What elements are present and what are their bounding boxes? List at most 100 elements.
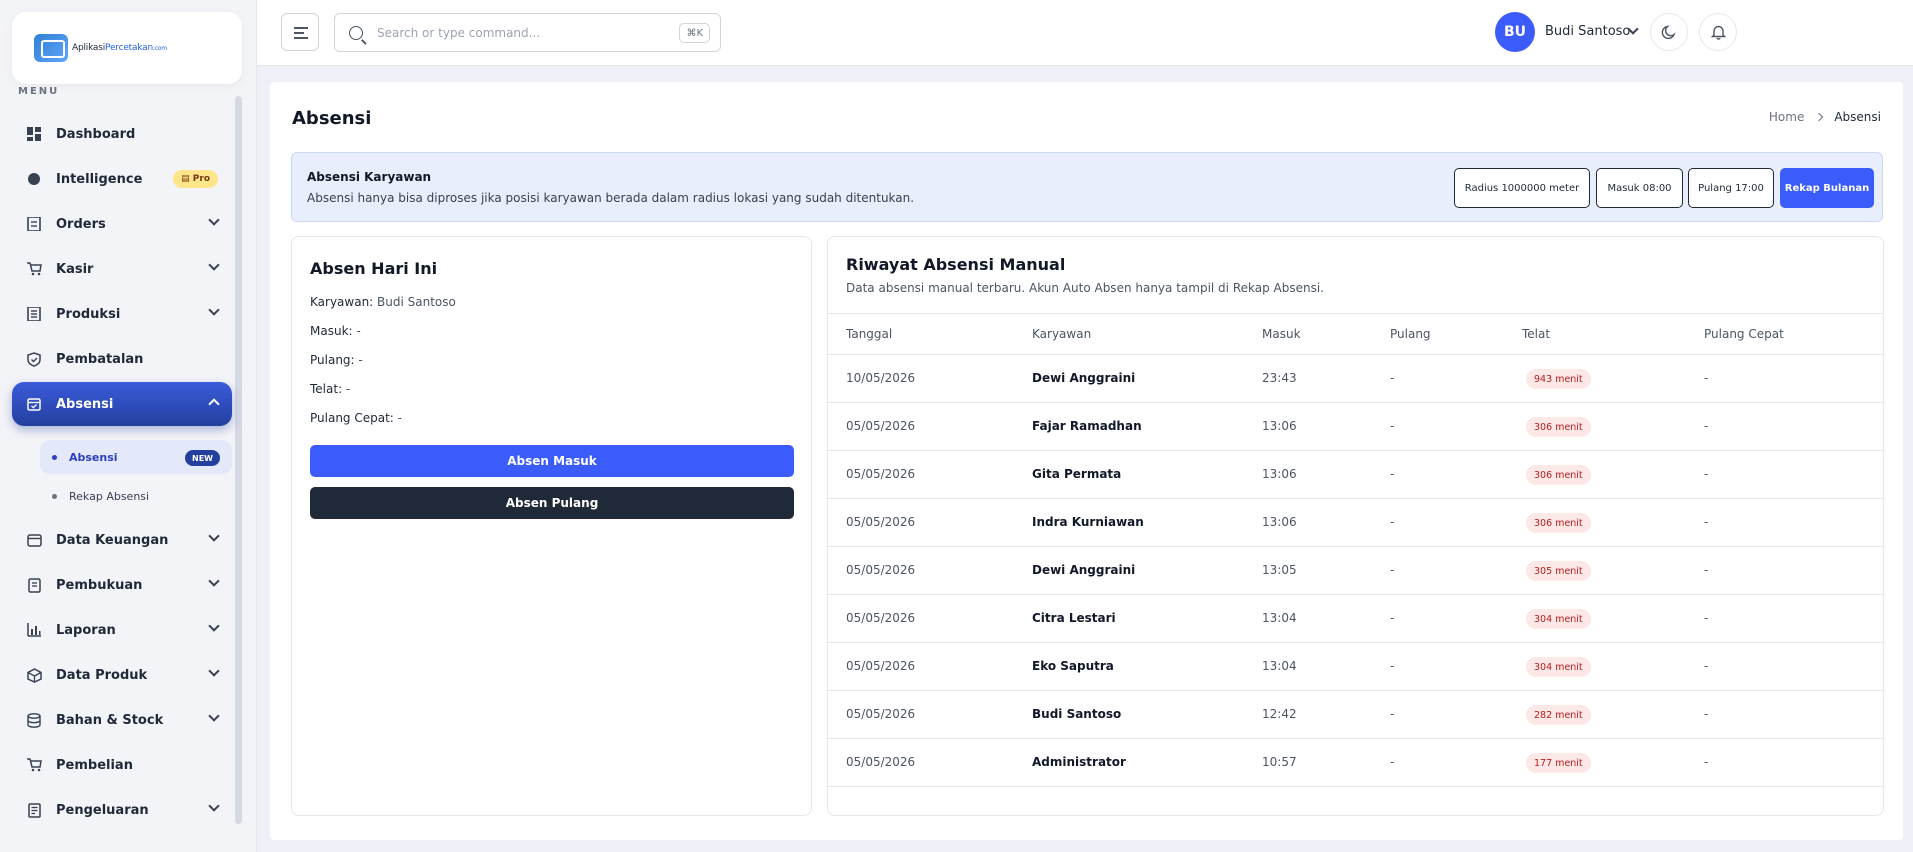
topbar: ⌘K BU Budi Santoso [257, 0, 1913, 66]
check-in-row: Masuk: - [310, 324, 361, 338]
column-header[interactable]: Pulang Cepat [1704, 327, 1784, 341]
check-out-value: - [358, 353, 363, 367]
sidebar-scrollbar-thumb[interactable] [235, 96, 242, 824]
manual-attendance-history: Riwayat Absensi Manual Data absensi manu… [827, 236, 1884, 816]
sidebar-item-pembatalan[interactable]: Pembatalan [12, 337, 232, 381]
table-cell-tanggal: 05/05/2026 [846, 707, 916, 721]
table-cell-cepat: - [1704, 611, 1709, 625]
sidebar-item-label: Data Produk [56, 667, 148, 683]
column-header[interactable]: Masuk [1262, 327, 1301, 341]
table-cell-tanggal: 05/05/2026 [846, 419, 916, 433]
sidebar-subitem-rekap-absensi[interactable]: Rekap Absensi [40, 479, 232, 513]
late-badge: 304 menit [1526, 657, 1591, 677]
table-row[interactable]: 05/05/2026 Budi Santoso 12:42 - 282 menit - [828, 691, 1883, 739]
notification-button[interactable] [1699, 13, 1737, 51]
column-header[interactable]: Telat [1522, 327, 1550, 341]
sidebar-item-dashboard[interactable]: Dashboard [12, 112, 232, 156]
avatar[interactable]: BU [1495, 12, 1535, 52]
brain-icon [26, 171, 42, 187]
pro-badge: ▤ Pro [173, 170, 218, 188]
sidebar-item-label: Produksi [56, 306, 121, 322]
table-cell-masuk: 13:04 [1262, 659, 1297, 673]
sidebar-item-kasir[interactable]: Kasir [12, 247, 232, 291]
late-label: Telat: [310, 382, 343, 396]
table-cell-karyawan: Dewi Anggraini [1032, 563, 1136, 577]
sidebar: AplikasiPercetakan.com MENU Dashboard In… [0, 0, 257, 852]
check-in-button[interactable]: Absen Masuk [310, 445, 794, 477]
book-icon [26, 577, 42, 593]
sidebar-item-orders[interactable]: Orders [12, 202, 232, 246]
info-description: Absensi hanya bisa diproses jika posisi … [307, 191, 915, 205]
table-cell-pulang: - [1390, 467, 1395, 481]
chevron-down-icon [208, 620, 220, 632]
search-box[interactable]: ⌘K [334, 13, 721, 52]
sidebar-item-laporan[interactable]: Laporan [12, 608, 232, 652]
check-in-value: - [356, 324, 361, 338]
dark-mode-button[interactable] [1650, 13, 1688, 51]
sidebar-item-intelligence[interactable]: Intelligence ▤ Pro [12, 157, 232, 201]
column-header[interactable]: Tanggal [846, 327, 892, 341]
table-row[interactable]: 05/05/2026 Citra Lestari 13:04 - 304 menit - [828, 595, 1883, 643]
menu-toggle-button[interactable] [281, 13, 319, 51]
chevron-down-icon [208, 710, 220, 722]
table-cell-tanggal: 10/05/2026 [846, 371, 916, 385]
breadcrumb-home[interactable]: Home [1769, 110, 1804, 124]
hamburger-icon-line [294, 37, 308, 39]
sidebar-item-label: Dashboard [56, 126, 136, 142]
late-badge: 943 menit [1526, 369, 1591, 389]
sidebar-item-pengeluaran[interactable]: Pengeluaran [12, 788, 232, 832]
dashboard-icon [26, 126, 42, 142]
table-row[interactable]: 05/05/2026 Administrator 10:57 - 177 menit - [828, 739, 1883, 787]
info-title: Absensi Karyawan [307, 170, 432, 184]
main-content: Absensi Home Absensi Absensi Karyawan Ab… [270, 82, 1903, 840]
column-header[interactable]: Karyawan [1032, 327, 1091, 341]
table-cell-pulang: - [1390, 707, 1395, 721]
late-row: Telat: - [310, 382, 350, 396]
table-cell-masuk: 13:05 [1262, 563, 1297, 577]
bar-chart-icon [26, 622, 42, 638]
breadcrumb-current: Absensi [1834, 110, 1881, 124]
attendance-info-bar: Absensi Karyawan Absensi hanya bisa dipr… [291, 152, 1883, 222]
table-row[interactable]: 05/05/2026 Eko Saputra 13:04 - 304 menit - [828, 643, 1883, 691]
monthly-recap-button[interactable]: Rekap Bulanan [1780, 168, 1874, 208]
table-row[interactable]: 05/05/2026 Dewi Anggraini 13:05 - 305 menit - [828, 547, 1883, 595]
early-leave-row: Pulang Cepat: - [310, 411, 402, 425]
user-menu-name[interactable]: Budi Santoso [1545, 24, 1630, 39]
logo[interactable]: AplikasiPercetakan.com [12, 12, 242, 84]
table-cell-pulang: - [1390, 371, 1395, 385]
late-badge: 282 menit [1526, 705, 1591, 725]
table-cell-cepat: - [1704, 707, 1709, 721]
employee-label: Karyawan: [310, 295, 374, 309]
sidebar-item-label: Laporan [56, 622, 116, 638]
wallet-icon [26, 532, 42, 548]
table-cell-tanggal: 05/05/2026 [846, 659, 916, 673]
sidebar-item-bahan-stock[interactable]: Bahan & Stock [12, 698, 232, 742]
sidebar-item-absensi[interactable]: Absensi [12, 382, 232, 426]
radius-chip: Radius 1000000 meter [1454, 168, 1590, 208]
table-row[interactable]: 05/05/2026 Indra Kurniawan 13:06 - 306 menit… [828, 499, 1883, 547]
check-out-button[interactable]: Absen Pulang [310, 487, 794, 519]
table-row[interactable]: 05/05/2026 Fajar Ramadhan 13:06 - 306 menit - [828, 403, 1883, 451]
calendar-check-icon [26, 396, 42, 412]
chevron-down-icon [208, 665, 220, 677]
shortcut-hint: ⌘K [679, 23, 710, 43]
sidebar-item-produksi[interactable]: Produksi [12, 292, 232, 336]
moon-icon [1661, 25, 1676, 40]
sidebar-item-label: Pembelian [56, 757, 133, 773]
sidebar-item-pembelian[interactable]: Pembelian [12, 743, 232, 787]
sidebar-item-data-keuangan[interactable]: Data Keuangan [12, 518, 232, 562]
table-cell-pulang: - [1390, 515, 1395, 529]
table-row[interactable]: 05/05/2026 Gita Permata 13:06 - 306 menit - [828, 451, 1883, 499]
sidebar-item-pembukuan[interactable]: Pembukuan [12, 563, 232, 607]
sidebar-subitem-absensi[interactable]: Absensi NEW [40, 440, 232, 474]
column-header[interactable]: Pulang [1390, 327, 1431, 341]
search-input[interactable] [377, 25, 657, 40]
sidebar-item-data-produk[interactable]: Data Produk [12, 653, 232, 697]
late-badge: 177 menit [1526, 753, 1591, 773]
sidebar-scrollbar[interactable] [235, 96, 242, 824]
sidebar-item-label: Kasir [56, 261, 94, 277]
table-row[interactable]: 10/05/2026 Dewi Anggraini 23:43 - 943 menit - [828, 355, 1883, 403]
table-cell-cepat: - [1704, 515, 1709, 529]
chevron-down-icon [208, 304, 220, 316]
early-leave-value: - [397, 411, 403, 425]
